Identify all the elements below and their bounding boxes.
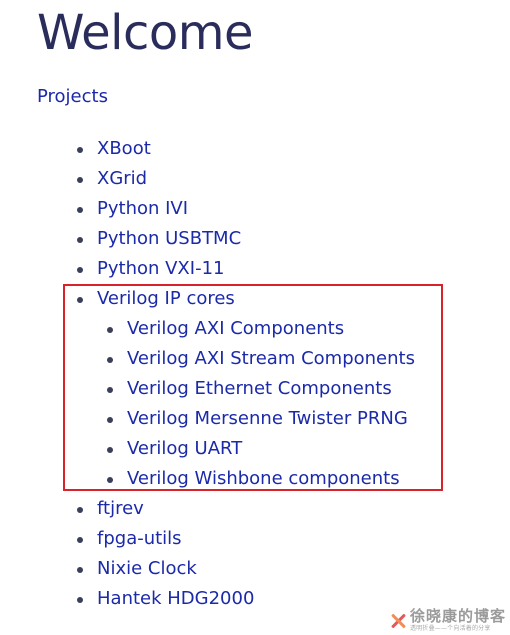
bullet-icon — [107, 357, 113, 363]
bullet-icon — [77, 207, 83, 213]
watermark-subtitle: 透明折叠——个向活着的分享 — [409, 625, 491, 632]
bullet-icon — [77, 507, 83, 513]
project-link[interactable]: Verilog Mersenne Twister PRNG — [127, 406, 408, 432]
bullet-icon — [77, 147, 83, 153]
project-link[interactable]: ftjrev — [97, 496, 144, 522]
watermark-logo: 徐晓康的博客 透明折叠——个向活着的分享 — [389, 609, 506, 632]
project-link[interactable]: Verilog UART — [127, 436, 242, 462]
bullet-icon — [77, 537, 83, 543]
bullet-icon — [107, 417, 113, 423]
project-link[interactable]: XGrid — [97, 166, 147, 192]
bullet-icon — [107, 327, 113, 333]
watermark-text: 徐晓康的博客 透明折叠——个向活着的分享 — [410, 609, 506, 632]
project-link[interactable]: Nixie Clock — [97, 556, 197, 582]
project-link[interactable]: Python VXI-11 — [97, 256, 224, 282]
project-link[interactable]: Python IVI — [97, 196, 188, 222]
project-link[interactable]: Hantek HDG2000 — [97, 586, 254, 612]
project-link[interactable]: Verilog AXI Stream Components — [127, 346, 415, 372]
project-link[interactable]: Verilog Wishbone components — [127, 466, 400, 492]
bullet-icon — [77, 597, 83, 603]
project-link[interactable]: Verilog Ethernet Components — [127, 376, 392, 402]
project-link[interactable]: Python USBTMC — [97, 226, 241, 252]
bullet-icon — [107, 477, 113, 483]
bullet-icon — [107, 447, 113, 453]
bullet-icon — [77, 177, 83, 183]
x-logo-icon — [389, 612, 407, 630]
bullet-icon — [77, 297, 83, 303]
bullet-icon — [77, 567, 83, 573]
project-link[interactable]: fpga-utils — [97, 526, 182, 552]
bullet-icon — [107, 387, 113, 393]
bullet-icon — [77, 237, 83, 243]
watermark-name: 徐晓康的博客 — [409, 607, 506, 625]
project-link[interactable]: Verilog AXI Components — [127, 316, 344, 342]
bullet-icon — [77, 267, 83, 273]
page-title: Welcome — [37, 5, 254, 61]
project-link[interactable]: Verilog IP cores — [97, 286, 235, 312]
project-link[interactable]: XBoot — [97, 136, 151, 162]
projects-link[interactable]: Projects — [37, 84, 108, 110]
